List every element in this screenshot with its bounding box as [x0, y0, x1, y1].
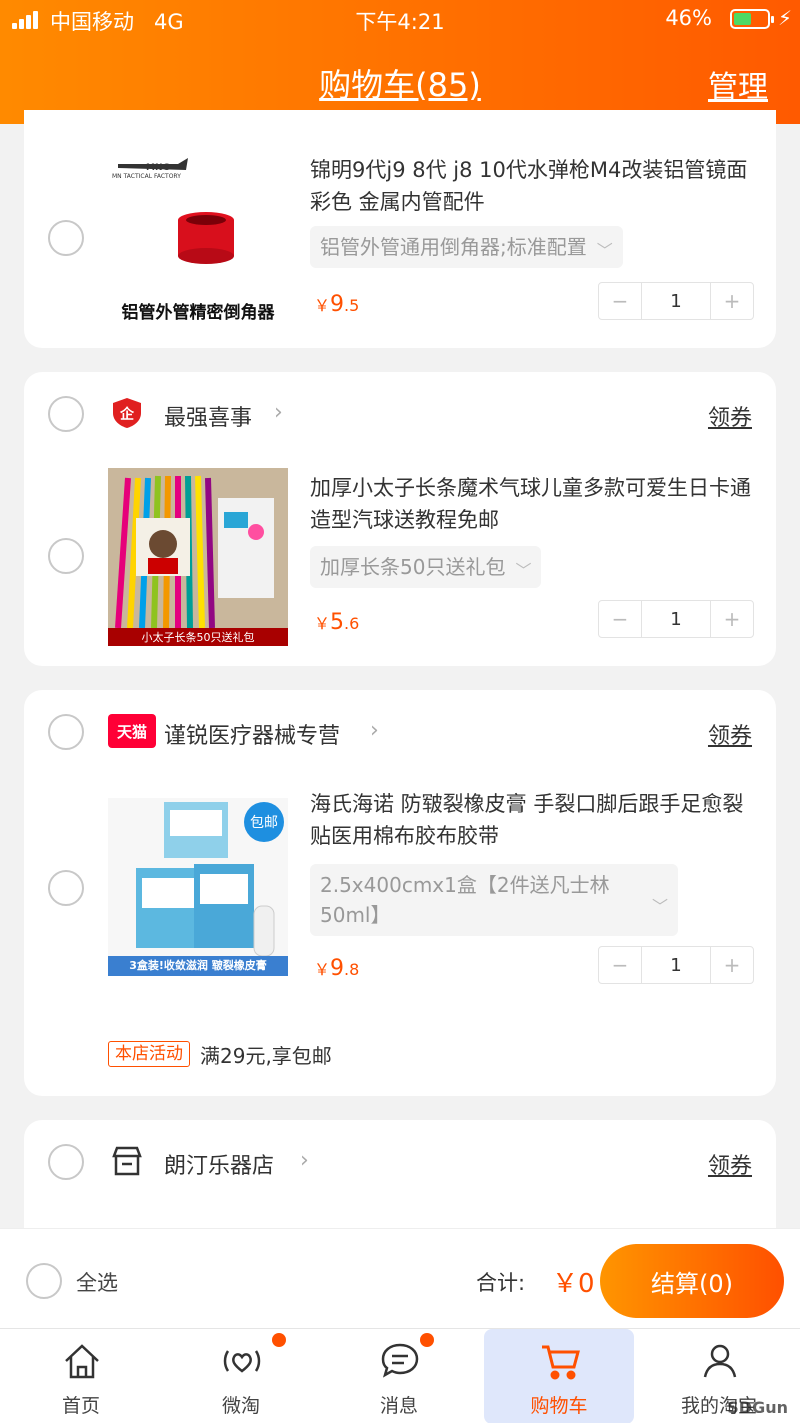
tab-weitao[interactable]: 微淘 [166, 1329, 316, 1423]
select-all-checkbox[interactable] [26, 1263, 62, 1299]
item-checkbox[interactable] [48, 538, 84, 574]
increment-button[interactable]: + [711, 283, 753, 319]
quantity-value[interactable]: 1 [641, 947, 711, 983]
image-caption: 3盒装!收敛滋润 皲裂橡皮膏 [129, 959, 267, 972]
shop-name[interactable]: 谨锐医疗器械专营 [164, 718, 340, 750]
shop-checkbox[interactable] [48, 714, 84, 750]
product-image[interactable]: 包邮 3盒装!收敛滋润 皲裂橡皮膏 [108, 798, 288, 976]
decrement-button[interactable]: − [599, 947, 641, 983]
manage-button[interactable]: 管理 [708, 62, 768, 106]
shop-header: 天猫 谨锐医疗器械专营 › 领券 [24, 690, 776, 776]
watermark: SDGun [727, 1398, 788, 1417]
item-checkbox[interactable] [48, 870, 84, 906]
chevron-right-icon[interactable]: › [274, 400, 283, 425]
cart-item-card: MNG MN TACTICAL FACTORY 铝管外管精密倒角器 锦明9代j9… [24, 110, 776, 348]
page-title: 购物车(85) [319, 66, 481, 104]
store-promotion[interactable]: 本店活动 满29元,享包邮 [108, 1040, 332, 1068]
total-amount: ￥0 [552, 1269, 595, 1299]
shop-name[interactable]: 最强喜事 [164, 400, 252, 432]
sku-selector[interactable]: 加厚长条50只送礼包 ﹀ [310, 546, 542, 588]
shop-name[interactable]: 朗汀乐器店 [164, 1148, 274, 1180]
app: 中国移动 4G 下午4:21 46% ⚡ 购物车(85) 管理 MNG MN T… [0, 0, 800, 1423]
sku-selector[interactable]: 铝管外管通用倒角器;标准配置 ﹀ [310, 226, 623, 268]
battery-icon [730, 9, 774, 29]
tmall-badge: 天猫 [108, 714, 156, 748]
select-all-label[interactable]: 全选 [76, 1267, 118, 1297]
chevron-down-icon: ﹀ [651, 897, 668, 916]
quantity-stepper: − 1 + [598, 282, 754, 320]
shop-header: 朗汀乐器店 › 领券 [24, 1120, 776, 1206]
increment-button[interactable]: + [711, 601, 753, 637]
chevron-right-icon[interactable]: › [300, 1148, 309, 1173]
quantity-value[interactable]: 1 [641, 601, 711, 637]
svg-text:企: 企 [119, 406, 135, 423]
quantity-stepper: − 1 + [598, 600, 754, 638]
chat-icon [381, 1343, 419, 1378]
decrement-button[interactable]: − [599, 601, 641, 637]
shield-icon: 企 [110, 396, 144, 430]
chevron-right-icon[interactable]: › [370, 718, 379, 743]
quantity-stepper: − 1 + [598, 946, 754, 984]
notification-dot [420, 1333, 434, 1347]
tab-label: 首页 [61, 1395, 100, 1417]
charging-icon: ⚡ [777, 6, 792, 30]
brand-text: MN TACTICAL FACTORY [112, 173, 181, 180]
quantity-value[interactable]: 1 [641, 283, 711, 319]
shop-header: 企 最强喜事 › 领券 [24, 372, 776, 458]
decrement-button[interactable]: − [599, 283, 641, 319]
item-price: ￥5.6 [314, 610, 360, 635]
tab-label: 微淘 [221, 1395, 260, 1417]
item-price: ￥9.8 [314, 956, 360, 981]
tab-bar: 首页 微淘 消息 购物车 我的淘宝 [0, 1328, 800, 1423]
status-bar: 中国移动 4G 下午4:21 46% ⚡ [0, 0, 800, 40]
coupon-link[interactable]: 领券 [708, 718, 752, 750]
promo-tag: 本店活动 [108, 1041, 190, 1067]
item-title[interactable]: 加厚小太子长条魔术气球儿童多款可爱生日卡通造型汽球送教程免邮 [310, 472, 754, 536]
chevron-down-icon: ﹀ [596, 241, 613, 260]
header: 中国移动 4G 下午4:21 46% ⚡ 购物车(85) 管理 [0, 0, 800, 124]
user-icon [703, 1344, 737, 1378]
tab-cart[interactable]: 购物车 [484, 1329, 634, 1423]
coupon-link[interactable]: 领券 [708, 400, 752, 432]
battery-percent: 46% [665, 6, 712, 30]
heart-signal-icon [223, 1350, 261, 1373]
notification-dot [272, 1333, 286, 1347]
item-price: ￥9.5 [314, 292, 360, 317]
promo-text: 满29元,享包邮 [200, 1043, 332, 1068]
chevron-down-icon: ﹀ [515, 561, 532, 580]
image-caption: 小太子长条50只送礼包 [141, 631, 255, 644]
product-image[interactable]: MNG MN TACTICAL FACTORY 铝管外管精密倒角器 [108, 150, 288, 330]
sku-selector[interactable]: 2.5x400cmx1盒【2件送凡士林50ml】 ﹀ [310, 864, 678, 936]
home-icon [65, 1344, 99, 1379]
product-image[interactable]: 小太子长条50只送礼包 [108, 468, 288, 646]
tab-home[interactable]: 首页 [6, 1329, 156, 1423]
shop-checkbox[interactable] [48, 1144, 84, 1180]
cart-icon [542, 1345, 580, 1380]
checkout-bar: 全选 合计: ￥0 结算(0) [0, 1228, 800, 1328]
increment-button[interactable]: + [711, 947, 753, 983]
item-title[interactable]: 海氏海诺 防皲裂橡皮膏 手裂口脚后跟手足愈裂贴医用棉布胶布胶带 [310, 788, 754, 852]
image-caption: 铝管外管精密倒角器 [121, 303, 275, 323]
coupon-link[interactable]: 领券 [708, 1148, 752, 1180]
tab-messages[interactable]: 消息 [324, 1329, 474, 1423]
item-checkbox[interactable] [48, 220, 84, 256]
tab-label: 消息 [379, 1395, 418, 1417]
shop-card: 企 最强喜事 › 领券 小太子长条50只送礼包 加厚小太子长条魔术气球儿童多款可… [24, 372, 776, 666]
free-shipping-badge: 包邮 [244, 802, 284, 842]
total-label: 合计: [476, 1271, 526, 1295]
store-icon [110, 1144, 144, 1178]
shop-checkbox[interactable] [48, 396, 84, 432]
shop-card: 天猫 谨锐医疗器械专营 › 领券 包邮 3盒装!收敛滋润 皲裂橡皮膏 海氏海诺 … [24, 690, 776, 1096]
item-title[interactable]: 锦明9代j9 8代 j8 10代水弹枪M4改装铝管镜面彩色 金属内管配件 [310, 154, 754, 218]
checkout-button[interactable]: 结算(0) [600, 1244, 784, 1318]
tab-label: 购物车 [530, 1395, 588, 1417]
